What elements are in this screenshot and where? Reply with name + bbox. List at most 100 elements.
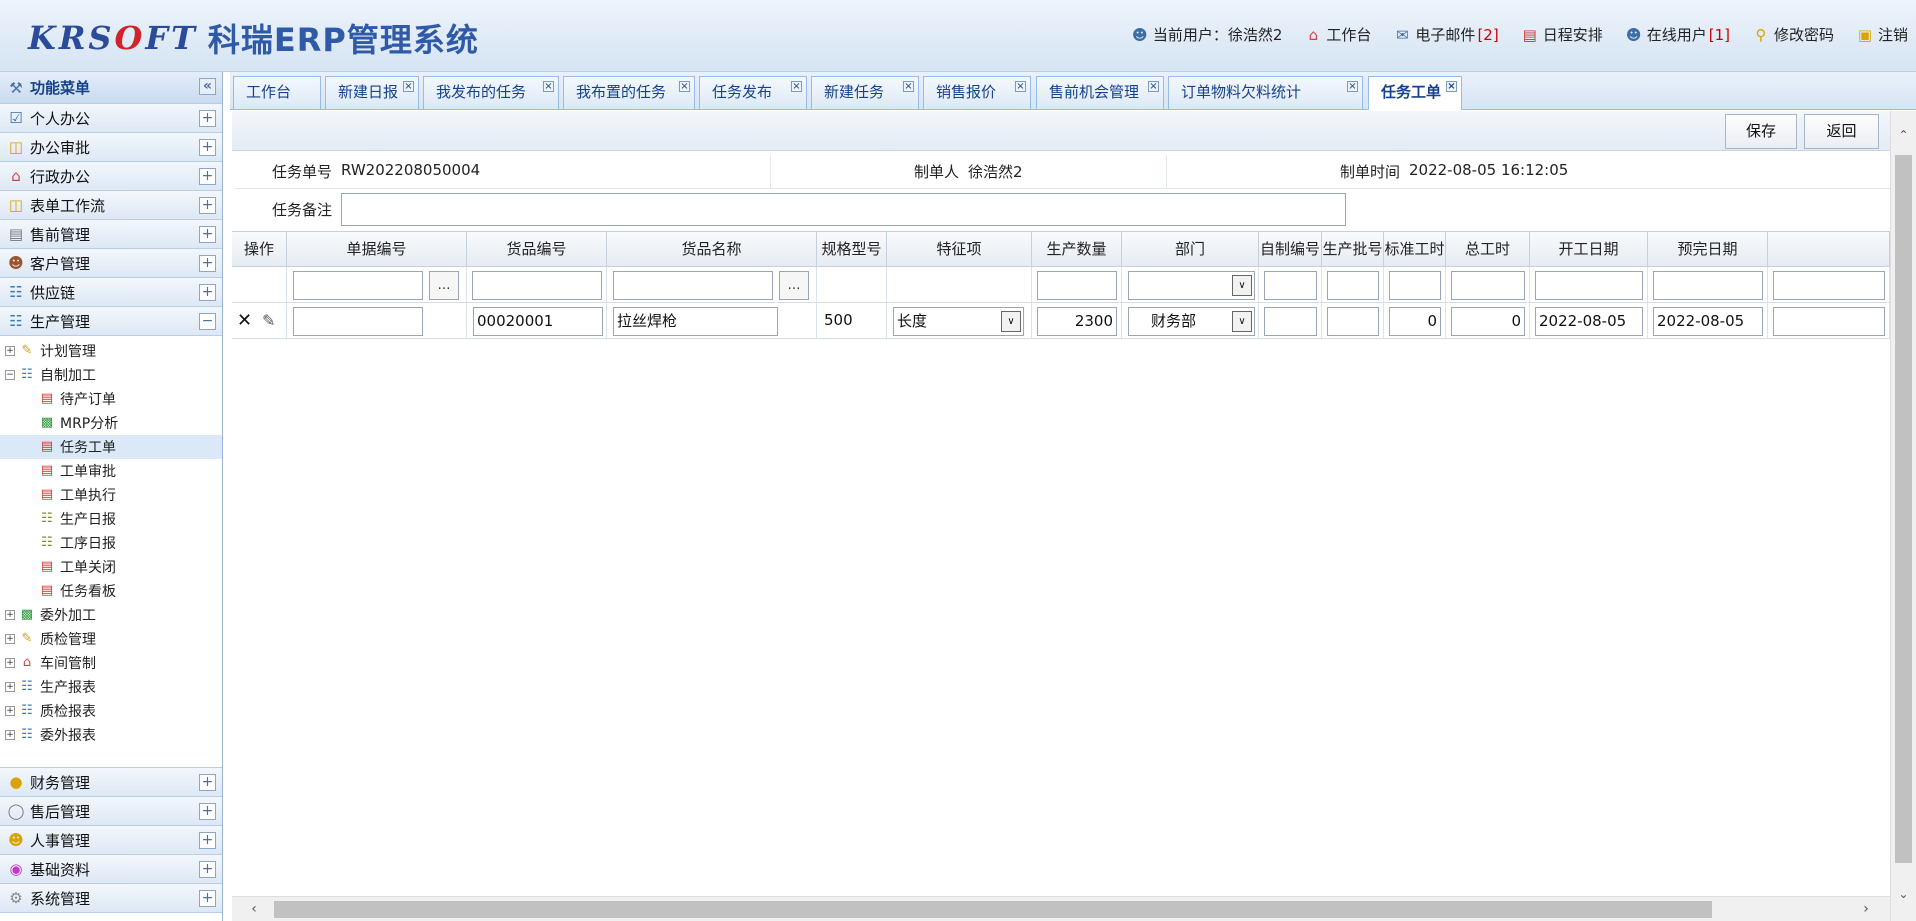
sidebar-section-5[interactable]: ☻ 客户管理 +: [0, 249, 222, 278]
item-code-input[interactable]: 00020001: [473, 307, 603, 336]
tab-7[interactable]: 售前机会管理 ×: [1036, 76, 1164, 109]
item-name-input[interactable]: 拉丝焊枪: [613, 307, 778, 336]
tree-item-label[interactable]: 工序日报: [60, 533, 116, 553]
tree-item-11[interactable]: + ▩ 委外加工: [0, 603, 222, 627]
delete-row-icon[interactable]: ✕: [237, 303, 252, 338]
tab-9[interactable]: 任务工单 ×: [1368, 76, 1462, 110]
sidebar-section-label[interactable]: 基础资料: [30, 859, 90, 880]
tree-item-label[interactable]: 生产报表: [40, 677, 96, 697]
expand-icon[interactable]: +: [5, 610, 15, 620]
filter-input[interactable]: [1451, 271, 1525, 300]
sidebar-section-4[interactable]: ⚙ 系统管理 +: [0, 884, 222, 913]
tree-item-14[interactable]: + ☷ 生产报表: [0, 675, 222, 699]
close-icon[interactable]: ×: [679, 81, 690, 92]
sidebar-section-label[interactable]: 供应链: [30, 282, 75, 303]
close-icon[interactable]: ×: [1446, 81, 1457, 92]
expand-icon[interactable]: +: [199, 226, 216, 243]
finish-date-input[interactable]: 2022-08-05: [1653, 307, 1763, 336]
tree-item-6[interactable]: ▤ 工单执行: [0, 483, 222, 507]
close-icon[interactable]: ×: [1148, 81, 1159, 92]
expand-icon[interactable]: +: [199, 861, 216, 878]
remark-input[interactable]: [341, 193, 1346, 226]
sidebar-section-label[interactable]: 售前管理: [30, 224, 90, 245]
expand-icon[interactable]: +: [199, 774, 216, 791]
tab-6[interactable]: 销售报价 ×: [923, 76, 1031, 109]
tree-item-16[interactable]: + ☷ 委外报表: [0, 723, 222, 747]
chevron-down-icon[interactable]: ∨: [1232, 311, 1252, 332]
tab-label[interactable]: 订单物料欠料统计: [1181, 83, 1301, 101]
scroll-down-icon[interactable]: ⌄: [1895, 884, 1912, 904]
start-date-input[interactable]: 2022-08-05: [1535, 307, 1643, 336]
doc-no-input[interactable]: [293, 307, 423, 336]
expand-icon[interactable]: +: [199, 832, 216, 849]
tab-2[interactable]: 我发布的任务 ×: [423, 76, 559, 109]
close-icon[interactable]: ×: [403, 81, 414, 92]
filter-input[interactable]: [1327, 271, 1379, 300]
scroll-left-icon[interactable]: ‹: [244, 899, 264, 919]
edit-row-icon[interactable]: ✎: [262, 303, 275, 338]
expand-icon[interactable]: +: [5, 682, 15, 692]
tab-label[interactable]: 新建任务: [824, 83, 884, 101]
column-header[interactable]: 总工时: [1446, 232, 1530, 266]
email-link[interactable]: ✉ 电子邮件 [2]: [1393, 24, 1499, 45]
email-label[interactable]: 电子邮件: [1415, 24, 1475, 45]
tree-item-13[interactable]: + ⌂ 车间管制: [0, 651, 222, 675]
tab-label[interactable]: 销售报价: [936, 83, 996, 101]
online-users-label[interactable]: 在线用户: [1647, 24, 1707, 45]
tree-item-4[interactable]: ▤ 任务工单: [0, 435, 222, 459]
sidebar-section-1[interactable]: ◫ 办公审批 +: [0, 133, 222, 162]
chevron-down-icon[interactable]: ∨: [1001, 311, 1021, 332]
scroll-up-icon[interactable]: ⌃: [1895, 125, 1912, 145]
change-password-link[interactable]: ⚲ 修改密码: [1752, 24, 1834, 45]
sidebar-section-0[interactable]: ● 财务管理 +: [0, 768, 222, 797]
vertical-scroll-thumb[interactable]: [1895, 155, 1912, 863]
sidebar-section-6[interactable]: ☷ 供应链 +: [0, 278, 222, 307]
filter-input[interactable]: [1773, 271, 1885, 300]
expand-icon[interactable]: +: [5, 706, 15, 716]
workbench-link[interactable]: ⌂ 工作台: [1304, 24, 1372, 45]
sidebar-section-label[interactable]: 办公审批: [30, 137, 90, 158]
column-header[interactable]: 单据编号: [287, 232, 467, 266]
column-header[interactable]: 生产数量: [1032, 232, 1122, 266]
tree-item-label[interactable]: 质检管理: [40, 629, 96, 649]
sidebar-section-label[interactable]: 人事管理: [30, 830, 90, 851]
collapse-icon[interactable]: −: [199, 313, 216, 330]
tree-item-12[interactable]: + ✎ 质检管理: [0, 627, 222, 651]
logout-link[interactable]: ▣ 注销: [1856, 24, 1908, 45]
sidebar-section-label[interactable]: 系统管理: [30, 888, 90, 909]
expand-icon[interactable]: +: [199, 803, 216, 820]
tree-item-label[interactable]: 计划管理: [40, 341, 96, 361]
column-header[interactable]: 开工日期: [1530, 232, 1648, 266]
close-icon[interactable]: ×: [543, 81, 554, 92]
vertical-scrollbar[interactable]: ⌃ ⌄: [1890, 111, 1916, 921]
online-users-link[interactable]: ☻ 在线用户 [1]: [1625, 24, 1730, 45]
sidebar-section-3[interactable]: ◉ 基础资料 +: [0, 855, 222, 884]
tree-item-label[interactable]: 工单关闭: [60, 557, 116, 577]
save-button[interactable]: 保存: [1725, 114, 1797, 149]
column-header[interactable]: 部门: [1122, 232, 1259, 266]
schedule-link[interactable]: ▤ 日程安排: [1521, 24, 1603, 45]
tree-item-label[interactable]: 待产订单: [60, 389, 116, 409]
self-no-input[interactable]: [1264, 307, 1317, 336]
sidebar-section-label[interactable]: 生产管理: [30, 311, 90, 332]
expand-icon[interactable]: +: [5, 346, 15, 356]
schedule-label[interactable]: 日程安排: [1543, 24, 1603, 45]
tree-item-label[interactable]: 车间管制: [40, 653, 96, 673]
tree-item-9[interactable]: ▤ 工单关闭: [0, 555, 222, 579]
close-icon[interactable]: ×: [791, 81, 802, 92]
tree-item-2[interactable]: ▤ 待产订单: [0, 387, 222, 411]
feature-select[interactable]: 长度 ∨: [893, 307, 1024, 336]
tree-item-0[interactable]: + ✎ 计划管理: [0, 339, 222, 363]
tree-item-10[interactable]: ▤ 任务看板: [0, 579, 222, 603]
tab-label[interactable]: 工作台: [246, 83, 291, 101]
sidebar-section-3[interactable]: ◫ 表单工作流 +: [0, 191, 222, 220]
close-icon[interactable]: ×: [903, 81, 914, 92]
column-header[interactable]: 货品名称: [607, 232, 817, 266]
tree-item-3[interactable]: ▩ MRP分析: [0, 411, 222, 435]
sidebar-section-4[interactable]: ▤ 售前管理 +: [0, 220, 222, 249]
tab-3[interactable]: 我布置的任务 ×: [563, 76, 695, 109]
sidebar-section-label[interactable]: 表单工作流: [30, 195, 105, 216]
expand-icon[interactable]: +: [199, 110, 216, 127]
tab-1[interactable]: 新建日报 ×: [325, 76, 419, 109]
expand-icon[interactable]: +: [199, 255, 216, 272]
